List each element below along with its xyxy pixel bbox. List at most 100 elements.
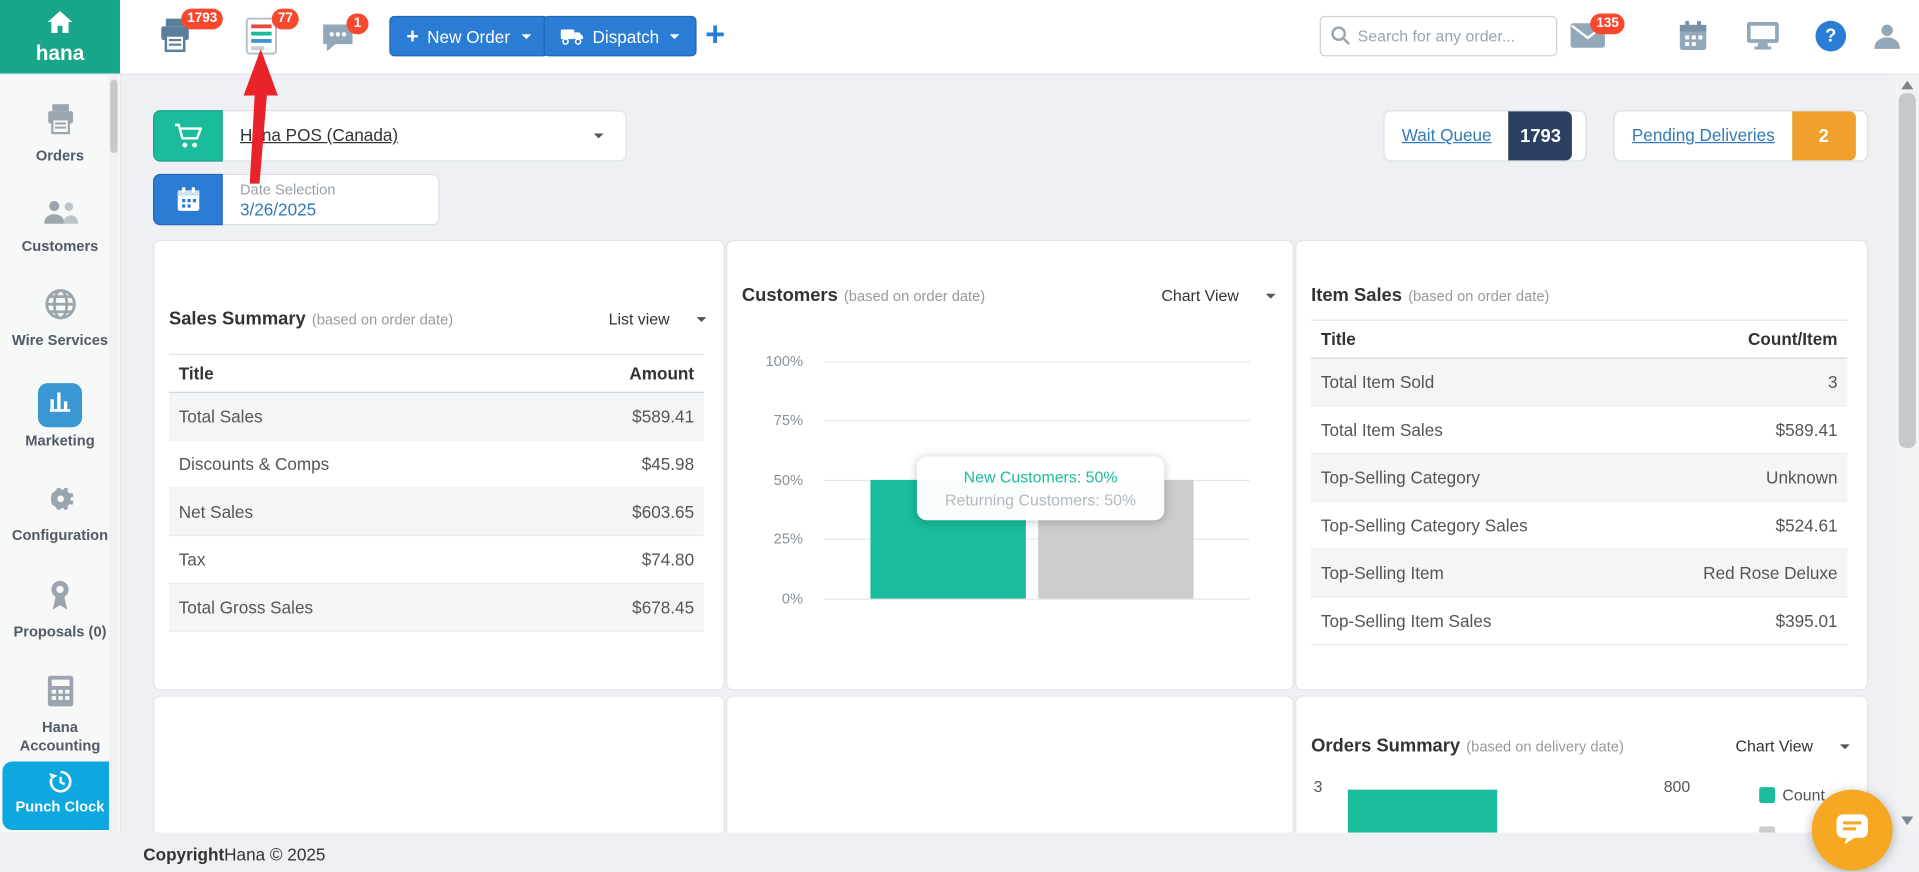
store-selector-value: Hana POS (Canada) bbox=[239, 124, 399, 145]
vertical-scrollbar[interactable] bbox=[1895, 73, 1919, 833]
date-selector-icon-box bbox=[153, 173, 223, 226]
punch-clock-label: Punch Clock bbox=[15, 798, 105, 816]
copyright-text: Hana © 2025 bbox=[224, 844, 326, 865]
calendar-icon bbox=[1679, 20, 1707, 50]
search-input[interactable] bbox=[1355, 18, 1554, 54]
add-tab-button[interactable]: + bbox=[705, 15, 725, 54]
customers-card: Customers (based on order date) Chart Vi… bbox=[725, 239, 1294, 691]
sidebar-item-hana-accounting[interactable]: Hana Accounting bbox=[0, 674, 120, 756]
table-row: Total Item Sold 3 bbox=[1311, 358, 1848, 407]
mail-badge: 135 bbox=[1590, 13, 1625, 35]
user-icon bbox=[1874, 24, 1900, 49]
caret-down-icon bbox=[521, 33, 531, 39]
sidebar-scrollbar-thumb[interactable] bbox=[110, 79, 118, 154]
empty-card bbox=[725, 695, 1294, 833]
scrollbar-thumb[interactable] bbox=[1898, 93, 1916, 449]
award-icon bbox=[51, 580, 69, 610]
item-sales-table: Title Count/Item Total Item Sold 3 Total … bbox=[1311, 319, 1848, 646]
sales-summary-title: Sales Summary bbox=[168, 308, 306, 330]
table-row: Net Sales $603.65 bbox=[168, 488, 704, 537]
messages-button[interactable]: 1 bbox=[321, 13, 369, 60]
sidebar-item-configuration[interactable]: Configuration bbox=[0, 483, 120, 546]
user-menu-button[interactable] bbox=[1872, 21, 1903, 58]
left-axis-label: 3 bbox=[1313, 777, 1323, 796]
item-sales-title: Item Sales bbox=[1311, 285, 1402, 307]
topbar: hana 1793 77 1 + New Order Dispatch + Se… bbox=[0, 0, 1919, 75]
sidebar-label: Wire Services bbox=[11, 331, 109, 350]
messages-badge: 1 bbox=[346, 13, 369, 35]
sidebar-item-orders[interactable]: Orders bbox=[0, 103, 120, 166]
wait-queue-count: 1793 bbox=[1508, 111, 1573, 161]
table-row: Discounts & Comps $45.98 bbox=[168, 441, 704, 489]
table-row: Top-Selling Category Sales $524.61 bbox=[1311, 502, 1848, 550]
wait-queue-link[interactable]: Wait Queue bbox=[1385, 111, 1509, 160]
orders-icon bbox=[47, 104, 73, 135]
sidebar-item-wire-services[interactable]: Wire Services bbox=[0, 288, 120, 351]
print-queue-badge: 1793 bbox=[181, 8, 224, 30]
open-orders-button[interactable]: 77 bbox=[245, 8, 300, 61]
sidebar-item-customers[interactable]: Customers bbox=[0, 198, 120, 256]
store-selector[interactable]: Hana POS (Canada) bbox=[153, 110, 627, 162]
chart-tooltip: New Customers: 50% Returning Customers: … bbox=[916, 456, 1165, 521]
home-icon bbox=[47, 11, 73, 34]
logo[interactable]: hana bbox=[0, 0, 120, 74]
gear-icon bbox=[50, 488, 73, 511]
register-display-button[interactable] bbox=[1746, 21, 1780, 58]
search-box bbox=[1319, 15, 1558, 57]
table-header: Title Count/Item bbox=[1311, 319, 1848, 359]
table-row: Top-Selling Category Unknown bbox=[1311, 454, 1848, 502]
sidebar-item-proposals[interactable]: Proposals (0) bbox=[0, 578, 120, 642]
logo-text: hana bbox=[35, 41, 85, 65]
sidebar-label: Configuration bbox=[11, 526, 109, 545]
chat-fab-icon bbox=[1836, 814, 1868, 845]
help-button[interactable]: ? bbox=[1815, 20, 1847, 52]
legend-swatch-count bbox=[1759, 787, 1776, 804]
sidebar-scrollbar[interactable] bbox=[108, 73, 119, 833]
calculator-icon bbox=[47, 675, 73, 706]
calendar-icon bbox=[177, 187, 199, 211]
tooltip-new-customers: New Customers: 50% bbox=[963, 467, 1118, 487]
scroll-down-arrow[interactable] bbox=[1901, 816, 1914, 826]
customers-view-toggle[interactable]: Chart View bbox=[1161, 286, 1276, 305]
store-selector-icon-box bbox=[153, 110, 223, 162]
customers-subtitle: (based on order date) bbox=[843, 287, 986, 305]
sidebar-item-marketing[interactable]: Marketing bbox=[0, 382, 120, 451]
date-selection-value: 3/26/2025 bbox=[239, 199, 317, 220]
scroll-up-arrow[interactable] bbox=[1901, 80, 1914, 90]
sidebar: Orders Customers Wire Services Marketing… bbox=[0, 73, 122, 833]
print-queue-button[interactable]: 1793 bbox=[157, 8, 224, 60]
sidebar-label: Hana Accounting bbox=[19, 718, 101, 755]
caret-down-icon bbox=[670, 33, 681, 39]
orders-summary-view-toggle[interactable]: Chart View bbox=[1735, 737, 1850, 755]
orders-summary-title: Orders Summary bbox=[1311, 735, 1461, 757]
live-chat-button[interactable] bbox=[1811, 789, 1893, 871]
pending-deliveries-link[interactable]: Pending Deliveries bbox=[1615, 111, 1792, 160]
date-selector[interactable]: Date Selection 3/26/2025 bbox=[153, 173, 440, 226]
sidebar-label: Orders bbox=[35, 146, 85, 165]
right-axis-label: 800 bbox=[1663, 777, 1691, 796]
plus-icon: + bbox=[406, 24, 419, 48]
punch-clock-button[interactable]: Punch Clock bbox=[2, 761, 118, 831]
new-order-label: New Order bbox=[427, 26, 511, 46]
pending-deliveries-count: 2 bbox=[1791, 111, 1856, 161]
sidebar-label: Marketing bbox=[25, 431, 95, 450]
view-toggle-label: Chart View bbox=[1161, 286, 1239, 305]
sales-summary-view-toggle[interactable]: List view bbox=[609, 310, 707, 328]
marketing-chart-icon bbox=[37, 382, 83, 427]
table-row: Total Sales $589.41 bbox=[168, 392, 704, 441]
search-icon bbox=[1331, 26, 1350, 45]
empty-card bbox=[153, 695, 725, 833]
dispatch-button[interactable]: Dispatch bbox=[543, 15, 698, 57]
column-title: Title bbox=[178, 363, 214, 384]
item-sales-subtitle: (based on order date) bbox=[1408, 287, 1550, 305]
customers-title: Customers bbox=[741, 285, 838, 307]
new-order-button[interactable]: + New Order bbox=[389, 15, 548, 57]
orders-count-bar[interactable] bbox=[1347, 789, 1498, 833]
column-amount: Amount bbox=[629, 363, 695, 384]
column-title: Title bbox=[1320, 329, 1356, 349]
monitor-icon bbox=[1746, 22, 1779, 50]
chevron-down-icon bbox=[1839, 743, 1850, 749]
calendar-button[interactable] bbox=[1677, 20, 1709, 59]
mail-button[interactable]: 135 bbox=[1569, 13, 1625, 55]
column-count-item: Count/Item bbox=[1748, 329, 1838, 349]
